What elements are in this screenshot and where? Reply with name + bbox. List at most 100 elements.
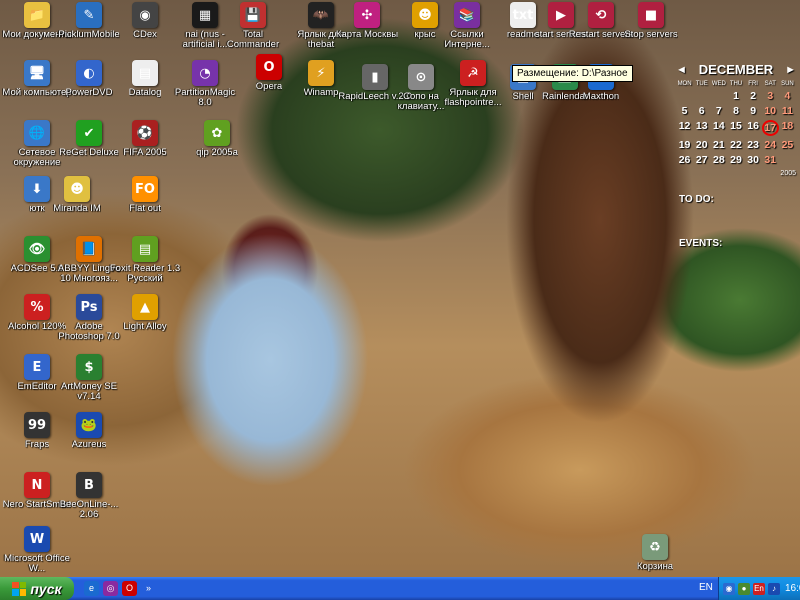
calendar-day[interactable]: 19 (676, 139, 693, 151)
calendar-day[interactable]: 18 (779, 120, 796, 136)
next-month-button[interactable]: ► (785, 64, 796, 76)
calendar-day[interactable]: 7 (710, 105, 727, 117)
calendar-day[interactable]: 20 (693, 139, 710, 151)
calendar-day (779, 154, 796, 166)
desktop-icon-label: PowerDVD (65, 88, 113, 98)
quicklaunch-mediaplayer-icon[interactable]: ◎ (103, 581, 118, 596)
desktop-icon-artmoney[interactable]: $ ArtMoney SE v7.14 (52, 354, 126, 416)
nai-artificial-icon: ▦ (192, 2, 218, 28)
start-button[interactable]: пуск (0, 577, 74, 600)
calendar-today[interactable]: 17 (761, 120, 779, 136)
desktop-icon-label: Opera (255, 82, 283, 92)
calendar-day[interactable]: 9 (745, 105, 762, 117)
desktop-icon-beeonline[interactable]: B BeeOnLine-... 2.06 (52, 472, 126, 534)
winamp-icon: ⚡ (308, 60, 334, 86)
keyboard-sound-icon: ⊙ (408, 64, 434, 90)
calendar-day[interactable]: 3 (762, 90, 779, 102)
calendar-day[interactable]: 22 (727, 139, 744, 151)
abbyy-lingvo-icon: 📘 (76, 236, 102, 262)
calendar-day[interactable]: 15 (727, 120, 744, 136)
desktop-icon-label: Stop servers (624, 30, 678, 40)
language-bar[interactable]: EN (699, 582, 713, 593)
desktop-icon-label: Корзина (636, 562, 674, 572)
calendar-day[interactable]: 26 (676, 154, 693, 166)
stop-servers-icon: ■ (638, 2, 664, 28)
prev-month-button[interactable]: ◄ (676, 64, 687, 76)
miranda-im-icon: ☻ (64, 176, 90, 202)
calendar-day[interactable]: 25 (779, 139, 796, 151)
tray-network-icon[interactable]: ◉ (723, 582, 735, 595)
taskbar: пуск e ◎ O » EN ◉●En♪ 16:05 (0, 577, 800, 600)
calendar-weekdays: MON TUE WED THU FRI SAT SUN (676, 81, 796, 87)
calendar-day[interactable]: 10 (762, 105, 779, 117)
calendar-day (693, 90, 710, 102)
weekday-label: MON (677, 81, 692, 87)
recycle-bin-icon: ♻ (642, 534, 668, 560)
quicklaunch-opera-icon[interactable]: O (122, 581, 137, 596)
desktop-icon-azureus[interactable]: 🐸 Azureus (52, 412, 126, 474)
calendar-day[interactable]: 24 (762, 139, 779, 151)
shortcut-flashpointre-icon: ☭ (460, 60, 486, 86)
desktop-icon-label: FIFA 2005 (123, 148, 167, 158)
calendar-day[interactable]: 27 (693, 154, 710, 166)
total-commander-icon: 💾 (240, 2, 266, 28)
photoshop-icon: Ps (76, 294, 102, 320)
clock[interactable]: 16:05 (785, 583, 800, 594)
calendar-day[interactable]: 14 (710, 120, 727, 136)
quicklaunch-expand-icon[interactable]: » (141, 581, 156, 596)
desktop-icon-ms-office[interactable]: W Microsoft Office W... (0, 526, 74, 577)
desktop-icon-light-alloy[interactable]: ▲ Light Alloy (108, 294, 182, 356)
calendar-day[interactable]: 5 (676, 105, 693, 117)
partitionmagic-icon: ◔ (192, 60, 218, 86)
weekday-label: SUN (781, 81, 794, 87)
calendar-day[interactable]: 31 (762, 154, 779, 166)
calendar-day[interactable]: 8 (727, 105, 744, 117)
calendar-day[interactable]: 12 (676, 120, 693, 136)
desktop-icon-flatout[interactable]: FO Flat out (108, 176, 182, 238)
calendar-days: 1 2 3 4 5 6 7 8 9 10 11 12 13 14 15 16 17 18 19 20 21 22 23 24 2… (676, 90, 796, 166)
tooltip: Размещение: D:\Разное (512, 65, 633, 82)
desktop-icon-label: Miranda IM (53, 204, 101, 214)
calendar-day[interactable]: 29 (727, 154, 744, 166)
calendar-day (710, 90, 727, 102)
desktop-icon-label: PartitionMagic 8.0 (174, 88, 236, 108)
calendar-header: ◄ DECEMBER ► (676, 62, 796, 77)
calendar-day[interactable]: 21 (710, 139, 727, 151)
calendar-day[interactable]: 11 (779, 105, 796, 117)
desktop-icon-stop-servers[interactable]: ■ Stop servers (614, 2, 688, 64)
calendar-day[interactable]: 4 (779, 90, 796, 102)
tray-lang-indicator-icon[interactable]: En (753, 582, 765, 595)
desktop-icon-foxit-reader[interactable]: ▤ Foxit Reader 1.3 Русский (108, 236, 182, 298)
restart-servers-icon: ⟲ (588, 2, 614, 28)
desktop-icon-label: Maxthon (582, 92, 620, 102)
desktop-icon-label: qip 2005a (196, 148, 238, 158)
calendar-day[interactable]: 1 (727, 90, 744, 102)
nero-icon: N (24, 472, 50, 498)
calendar-day[interactable]: 2 (745, 90, 762, 102)
network-places-icon: 🌐 (24, 120, 50, 146)
desktop-icon-miranda-im[interactable]: ☻ Miranda IM (40, 176, 114, 238)
tray-antivirus-icon[interactable]: ● (738, 582, 750, 595)
windows-flag-icon (12, 581, 27, 596)
calendar-day[interactable]: 16 (745, 120, 762, 136)
foxit-reader-icon: ▤ (132, 236, 158, 262)
desktop-icon-label: Azureus (71, 440, 107, 450)
tray-sound-icon[interactable]: ♪ (768, 582, 780, 595)
calendar-day[interactable]: 13 (693, 120, 710, 136)
emeditor-icon: E (24, 354, 50, 380)
acdsee-icon: 👁 (24, 236, 50, 262)
desktop-icon-fifa-2005[interactable]: ⚽ FIFA 2005 (108, 120, 182, 182)
calendar-month: DECEMBER (698, 62, 774, 77)
datalog-icon: ▤ (132, 60, 158, 86)
desktop-icon-recycle-bin[interactable]: ♻ Корзина (618, 534, 692, 577)
calendar-day[interactable]: 30 (745, 154, 762, 166)
calendar-day[interactable]: 28 (710, 154, 727, 166)
desktop-icon-partitionmagic[interactable]: ◔ PartitionMagic 8.0 (168, 60, 242, 122)
desktop-icon-label: Foxit Reader 1.3 Русский (109, 264, 181, 284)
desktop-icon-label: ArtMoney SE v7.14 (61, 382, 117, 402)
quicklaunch-ie-icon[interactable]: e (84, 581, 99, 596)
desktop-icon-qip-2005[interactable]: ✿ qip 2005a (180, 120, 254, 182)
calendar-day[interactable]: 6 (693, 105, 710, 117)
calendar-day[interactable]: 23 (745, 139, 762, 151)
my-documents-icon: 📁 (24, 2, 50, 28)
